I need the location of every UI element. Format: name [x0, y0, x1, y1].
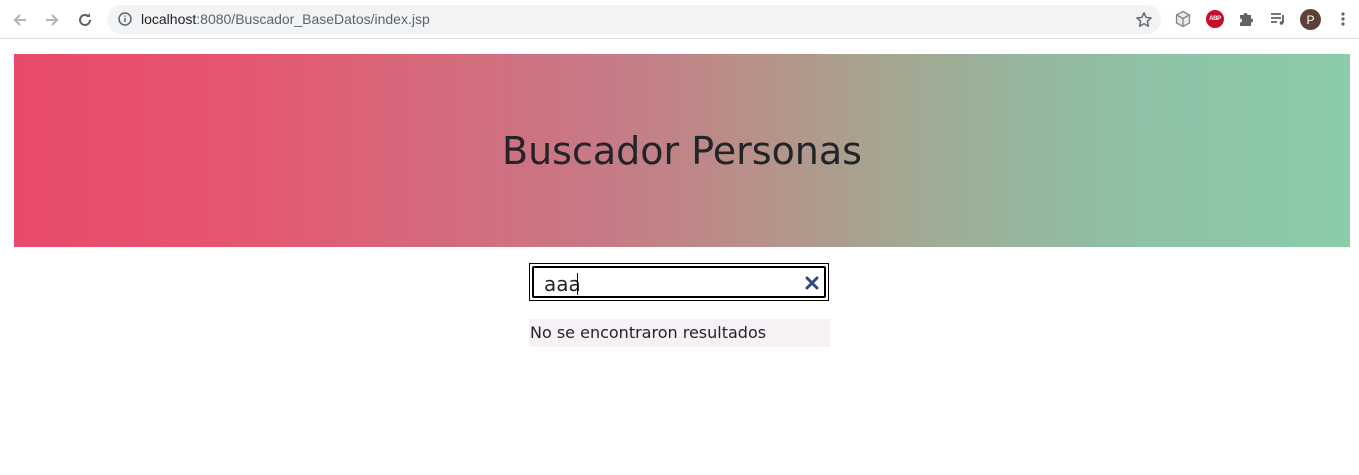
- url-text[interactable]: localhost:8080/Buscador_BaseDatos/index.…: [141, 11, 430, 28]
- arrow-left-icon: [13, 14, 26, 26]
- extension-cube-button[interactable]: [1173, 9, 1193, 29]
- browser-menu-button[interactable]: [1333, 9, 1353, 29]
- url-host: localhost: [141, 11, 197, 27]
- search-field-frame: [532, 266, 826, 298]
- extensions-button[interactable]: [1236, 9, 1256, 29]
- reload-icon: [79, 13, 91, 26]
- reload-button[interactable]: [73, 8, 97, 32]
- search-box: [529, 263, 829, 301]
- text-cursor: [577, 273, 578, 295]
- profile-avatar[interactable]: P: [1300, 9, 1321, 30]
- url-path: :8080/Buscador_BaseDatos/index.jsp: [196, 11, 430, 27]
- arrow-right-icon: [46, 14, 59, 26]
- address-bar[interactable]: localhost:8080/Buscador_BaseDatos/index.…: [107, 5, 1161, 34]
- forward-button[interactable]: [40, 8, 64, 32]
- cube-icon: [1175, 10, 1191, 28]
- page-title: Buscador Personas: [502, 128, 862, 173]
- info-icon[interactable]: [118, 12, 132, 26]
- bookmark-star-icon[interactable]: [1135, 11, 1153, 29]
- back-button[interactable]: [8, 8, 32, 32]
- playlist-icon: [1271, 13, 1284, 25]
- no-results-message: No se encontraron resultados: [529, 319, 830, 347]
- puzzle-icon: [1240, 13, 1253, 26]
- media-queue-button[interactable]: [1268, 9, 1288, 29]
- search-input[interactable]: [544, 272, 794, 296]
- more-vertical-icon: [1341, 12, 1345, 26]
- adblock-extension-button[interactable]: ABP: [1205, 9, 1225, 29]
- adblock-icon: ABP: [1206, 10, 1224, 28]
- clear-icon[interactable]: [804, 275, 820, 291]
- header-banner: Buscador Personas: [14, 54, 1350, 247]
- browser-toolbar: localhost:8080/Buscador_BaseDatos/index.…: [0, 0, 1359, 39]
